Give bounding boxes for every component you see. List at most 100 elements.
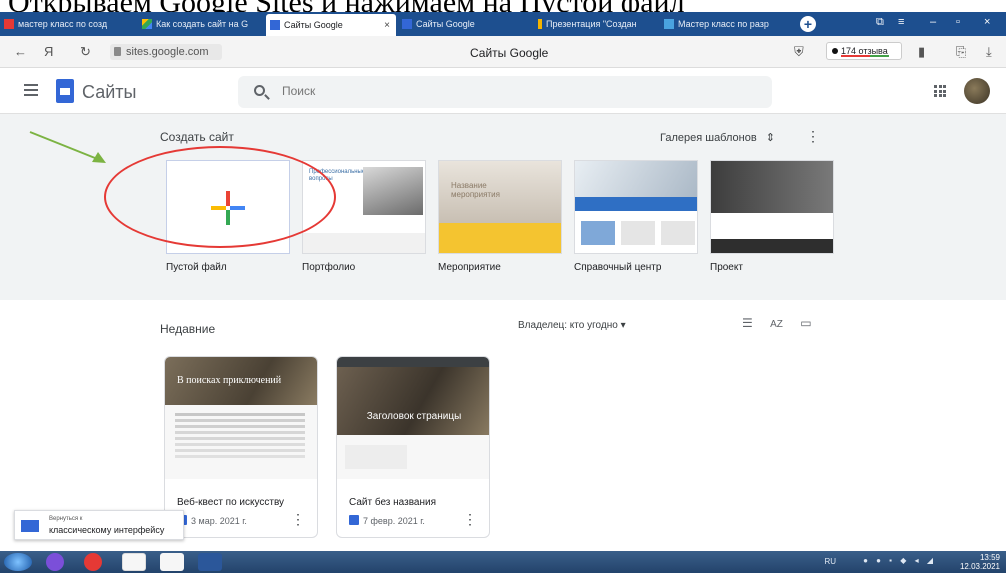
view-controls: ☰ AZ ▭: [742, 316, 812, 330]
recent-site-card[interactable]: В поисках приключений Веб-квест по искус…: [164, 356, 318, 538]
template-label: Справочный центр: [574, 262, 662, 273]
tab-5[interactable]: Презентация "Создан: [534, 15, 656, 33]
collections-icon[interactable]: ⧉: [876, 16, 884, 29]
help-photo: [575, 161, 697, 197]
download-icon[interactable]: ⤓: [986, 44, 992, 60]
address-bar: ← Я ↻ sites.google.com Сайты Google ⛨ 17…: [0, 36, 1006, 68]
site-title: Веб-квест по искусству: [177, 497, 285, 508]
search-icon[interactable]: [254, 85, 265, 96]
classic-sites-icon: [21, 520, 39, 532]
thumb-header-bar: [337, 357, 489, 367]
lock-icon: [114, 47, 121, 56]
thumb-block: [345, 445, 407, 469]
word-icon[interactable]: [198, 553, 222, 571]
app-name[interactable]: Сайты: [82, 82, 136, 103]
toast-line2: классическому интерфейсу: [49, 525, 165, 535]
tab-4[interactable]: Сайты Google: [398, 15, 528, 33]
avatar[interactable]: [964, 78, 990, 104]
toast-line1: Вернуться к: [49, 516, 83, 522]
list-view-icon[interactable]: ☰: [742, 316, 753, 330]
sites-logo-icon[interactable]: [56, 79, 74, 103]
reload-icon[interactable]: ↻: [80, 44, 91, 60]
main-menu-icon[interactable]: [24, 84, 38, 96]
template-label: Пустой файл: [166, 262, 227, 273]
rating-bar: [841, 55, 889, 57]
template-help-center[interactable]: [574, 160, 698, 254]
template-label: Портфолио: [302, 262, 356, 273]
project-photo: [711, 161, 833, 213]
tab-strip: мастер класс по созд Как создать сайт на…: [0, 12, 1006, 36]
site-date: 7 февр. 2021 г.: [349, 515, 425, 526]
site-thumbnail: Заголовок страницы: [337, 357, 489, 479]
tray-icons[interactable]: ● ● ▪ ◆ ◂ ◢: [863, 556, 936, 565]
yandex-browser-icon[interactable]: [122, 553, 146, 571]
sort-az-icon[interactable]: AZ: [770, 319, 783, 330]
folder-icon[interactable]: ▭: [800, 316, 811, 330]
restore-icon[interactable]: ▫: [956, 16, 960, 28]
date-text: 3 мар. 2021 г.: [191, 516, 247, 526]
help-card: [581, 221, 615, 245]
thumb-text-lines: [175, 413, 305, 416]
template-footer: [303, 233, 425, 253]
tab-1[interactable]: мастер класс по созд: [0, 15, 136, 33]
tab-label: Как создать сайт на G: [156, 19, 249, 29]
url-field[interactable]: sites.google.com: [110, 44, 222, 60]
thumb-heading: В поисках приключений: [177, 375, 282, 386]
more-options-icon[interactable]: ⋮: [806, 128, 820, 145]
url-text: sites.google.com: [126, 46, 209, 58]
minimize-icon[interactable]: –: [930, 16, 936, 28]
extensions-icon[interactable]: ⎘: [956, 44, 966, 60]
thumb-heading: Заголовок страницы: [366, 411, 462, 422]
owner-filter-dropdown[interactable]: Владелец: кто угодно ▾: [518, 320, 626, 331]
sites-doc-icon: [349, 515, 359, 525]
alice-icon[interactable]: [46, 553, 64, 571]
new-tab-button[interactable]: +: [800, 16, 816, 32]
tab-label: Сайты Google: [284, 20, 343, 30]
bookmark-icon[interactable]: ▮: [918, 44, 925, 60]
create-site-section: Создать сайт Галерея шаблонов ⇕ ⋮ Пустой…: [0, 114, 1006, 300]
help-card: [621, 221, 655, 245]
template-thumb-text: Название мероприятия: [451, 181, 500, 199]
recent-site-card[interactable]: Заголовок страницы Сайт без названия 7 ф…: [336, 356, 490, 538]
search-box[interactable]: [238, 76, 772, 108]
rating-dot-icon: [832, 48, 838, 54]
yandex-app-icon[interactable]: [84, 553, 102, 571]
tab-label: Сайты Google: [416, 19, 475, 29]
apps-grid-icon[interactable]: [934, 85, 946, 97]
clock-time: 13:59: [979, 553, 1000, 562]
reviews-badge[interactable]: 174 отзыва: [826, 42, 902, 60]
language-indicator[interactable]: RU: [824, 557, 836, 566]
close-window-icon[interactable]: ×: [984, 16, 990, 28]
menu-icon[interactable]: ≡: [898, 16, 904, 28]
help-card: [661, 221, 695, 245]
date-text: 7 февр. 2021 г.: [363, 516, 425, 526]
template-label: Мероприятие: [438, 262, 501, 273]
gallery-label: Галерея шаблонов: [660, 132, 757, 144]
classic-interface-toast[interactable]: Вернуться к классическому интерфейсу: [14, 510, 184, 540]
drive-icon: [142, 19, 152, 29]
tab-6[interactable]: Мастер класс по разр: [660, 15, 786, 33]
tab-2[interactable]: Как создать сайт на G: [138, 15, 264, 33]
yandex-button[interactable]: Я: [44, 44, 53, 59]
tab-label: Презентация "Создан: [546, 19, 637, 29]
start-button-icon[interactable]: [4, 553, 32, 571]
yandex-browser-active-icon[interactable]: [160, 553, 184, 571]
search-input[interactable]: [282, 84, 482, 98]
back-icon[interactable]: ←: [14, 44, 27, 59]
tab-3[interactable]: Сайты Google ×: [266, 14, 396, 36]
site-date: 3 мар. 2021 г.: [177, 515, 247, 526]
clock[interactable]: 13:59 12.03.2021: [960, 553, 1000, 571]
template-gallery-button[interactable]: Галерея шаблонов ⇕: [660, 131, 775, 144]
blog-icon: [664, 19, 674, 29]
card-menu-icon[interactable]: ⋮: [291, 511, 305, 528]
close-tab-icon[interactable]: ×: [384, 20, 390, 31]
template-event[interactable]: Название мероприятия: [438, 160, 562, 254]
project-footer: [711, 239, 833, 253]
protect-icon[interactable]: ⛨: [794, 44, 804, 60]
card-menu-icon[interactable]: ⋮: [463, 511, 477, 528]
template-label: Проект: [710, 262, 743, 273]
create-site-title: Создать сайт: [160, 130, 234, 144]
template-project[interactable]: [710, 160, 834, 254]
expand-icon: ⇕: [765, 132, 775, 144]
slides-icon: [538, 19, 542, 29]
